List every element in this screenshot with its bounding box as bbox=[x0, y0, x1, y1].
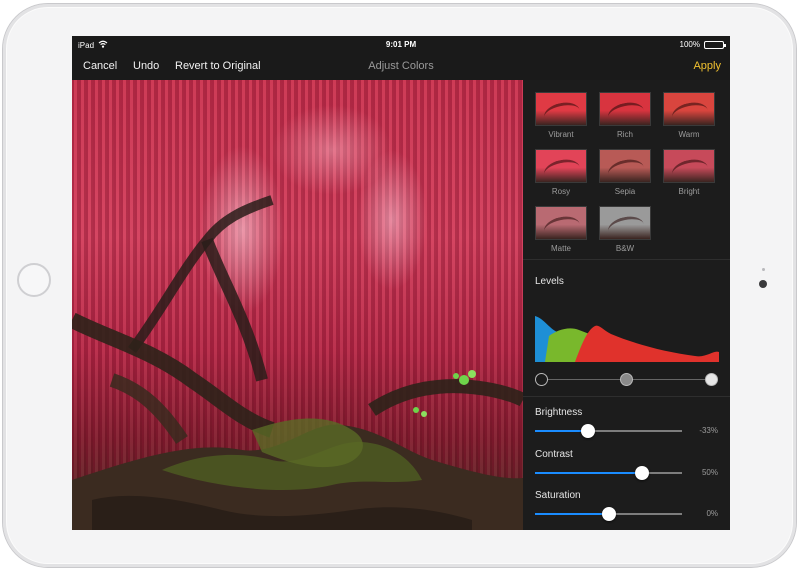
brightness-slider[interactable] bbox=[535, 430, 682, 432]
brightness-slider-handle[interactable] bbox=[580, 424, 595, 438]
adjust-colors-panel: Vibrant Rich Warm Rosy Sepia Bright Matte B&W L… bbox=[523, 80, 730, 530]
saturation-slider-handle[interactable] bbox=[601, 507, 616, 521]
filter-thumbnail bbox=[599, 206, 651, 240]
clock: 9:01 PM bbox=[385, 40, 417, 49]
photo-canvas[interactable] bbox=[72, 80, 523, 530]
filter-b-w[interactable]: B&W bbox=[599, 206, 651, 253]
filter-bright[interactable]: Bright bbox=[663, 149, 715, 196]
filter-label: Rosy bbox=[551, 187, 571, 196]
levels-title: Levels bbox=[535, 276, 564, 287]
filter-thumbnail bbox=[535, 92, 587, 126]
filter-label: B&W bbox=[615, 244, 635, 253]
divider bbox=[523, 396, 730, 397]
filter-matte[interactable]: Matte bbox=[535, 206, 587, 253]
filter-warm[interactable]: Warm bbox=[663, 92, 715, 139]
filter-rich[interactable]: Rich bbox=[599, 92, 651, 139]
brightness-slider-fill bbox=[535, 430, 588, 432]
levels-black-point-handle[interactable] bbox=[535, 373, 548, 386]
contrast-slider[interactable] bbox=[535, 471, 682, 474]
filter-thumbnail bbox=[599, 149, 651, 183]
home-button[interactable] bbox=[17, 263, 51, 297]
filter-label: Sepia bbox=[614, 187, 636, 196]
levels-white-point-handle[interactable] bbox=[705, 373, 718, 386]
levels-histogram bbox=[535, 316, 719, 362]
brightness-label: Brightness bbox=[535, 407, 583, 418]
contrast-slider-handle[interactable] bbox=[635, 465, 650, 480]
filter-rosy[interactable]: Rosy bbox=[535, 149, 587, 196]
page-title: Adjust Colors bbox=[368, 60, 434, 72]
contrast-label: Contrast bbox=[535, 448, 573, 460]
saturation-value: 0% bbox=[706, 509, 718, 518]
filter-thumbnail bbox=[535, 149, 587, 183]
filter-label: Warm bbox=[678, 130, 700, 139]
filter-sepia[interactable]: Sepia bbox=[599, 149, 651, 196]
filter-thumbnail bbox=[535, 206, 587, 240]
apply-button[interactable]: Apply bbox=[693, 60, 721, 72]
saturation-slider-fill bbox=[535, 513, 609, 515]
filter-label: Bright bbox=[678, 187, 700, 196]
screen: iPad 9:01 PM 100% Cancel Undo Revert to … bbox=[72, 36, 730, 530]
filter-label: Vibrant bbox=[548, 130, 574, 139]
light-sensor bbox=[762, 268, 765, 271]
filter-thumbnail bbox=[663, 92, 715, 126]
filter-thumbnail bbox=[663, 149, 715, 183]
saturation-label: Saturation bbox=[535, 490, 581, 501]
front-camera bbox=[759, 280, 767, 288]
filter-vibrant[interactable]: Vibrant bbox=[535, 92, 587, 139]
photo-trunk-shapes bbox=[72, 195, 523, 530]
brightness-value: -33% bbox=[699, 426, 718, 435]
divider bbox=[523, 259, 730, 260]
levels-midtone-handle[interactable] bbox=[620, 373, 633, 386]
contrast-slider-fill bbox=[535, 471, 643, 474]
filter-label: Matte bbox=[550, 244, 571, 253]
battery-percent: 100% bbox=[679, 40, 700, 49]
filter-thumbnail bbox=[599, 92, 651, 126]
battery-icon bbox=[704, 40, 726, 49]
contrast-value: 50% bbox=[701, 467, 718, 477]
status-bar: iPad 9:01 PM 100% bbox=[72, 36, 730, 54]
navigation-bar: Cancel Undo Revert to Original Adjust Co… bbox=[72, 54, 730, 80]
filter-label: Rich bbox=[616, 130, 633, 139]
filter-grid: Vibrant Rich Warm Rosy Sepia Bright Matte B&W bbox=[523, 80, 730, 260]
